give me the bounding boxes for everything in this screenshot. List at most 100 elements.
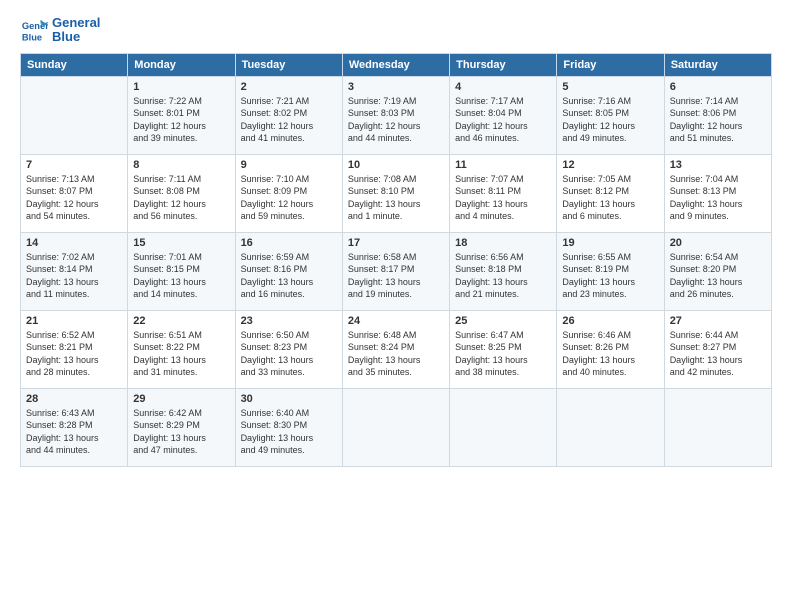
calendar-cell: 5 Sunrise: 7:16 AM Sunset: 8:05 PM Daylig… bbox=[557, 76, 664, 154]
cell-info: Sunrise: 6:43 AM Sunset: 8:28 PM Dayligh… bbox=[26, 407, 122, 457]
cell-info: Sunrise: 6:46 AM Sunset: 8:26 PM Dayligh… bbox=[562, 329, 658, 379]
svg-text:Blue: Blue bbox=[22, 33, 42, 43]
calendar-cell: 10Sunrise: 7:08 AM Sunset: 8:10 PM Dayli… bbox=[342, 154, 449, 232]
cell-info: Sunrise: 7:02 AM Sunset: 8:14 PM Dayligh… bbox=[26, 251, 122, 301]
calendar-cell: 29 Sunrise: 6:42 AM Sunset: 8:29 PM Dayli… bbox=[128, 388, 235, 466]
cell-info: Sunrise: 7:10 AM Sunset: 8:09 PM Dayligh… bbox=[241, 173, 337, 223]
day-number: 26 bbox=[562, 315, 658, 327]
day-number: 24 bbox=[348, 315, 444, 327]
cell-info: Sunrise: 7:07 AM Sunset: 8:11 PM Dayligh… bbox=[455, 173, 551, 223]
calendar-cell bbox=[557, 388, 664, 466]
col-header-sunday: Sunday bbox=[21, 53, 128, 76]
calendar-cell: 20 Sunrise: 6:54 AM Sunset: 8:20 PM Dayli… bbox=[664, 232, 771, 310]
cell-info: Sunrise: 6:47 AM Sunset: 8:25 PM Dayligh… bbox=[455, 329, 551, 379]
day-number: 13 bbox=[670, 159, 766, 171]
cell-info: Sunrise: 7:21 AM Sunset: 8:02 PM Dayligh… bbox=[241, 95, 337, 145]
cell-info: Sunrise: 7:05 AM Sunset: 8:12 PM Dayligh… bbox=[562, 173, 658, 223]
calendar-cell: 9 Sunrise: 7:10 AM Sunset: 8:09 PM Daylig… bbox=[235, 154, 342, 232]
day-number: 4 bbox=[455, 81, 551, 93]
cell-info: Sunrise: 6:51 AM Sunset: 8:22 PM Dayligh… bbox=[133, 329, 229, 379]
calendar-table: SundayMondayTuesdayWednesdayThursdayFrid… bbox=[20, 53, 772, 467]
cell-info: Sunrise: 6:40 AM Sunset: 8:30 PM Dayligh… bbox=[241, 407, 337, 457]
day-number: 11 bbox=[455, 159, 551, 171]
calendar-page: General Blue General Blue SundayMondayTu… bbox=[0, 0, 792, 612]
cell-info: Sunrise: 6:59 AM Sunset: 8:16 PM Dayligh… bbox=[241, 251, 337, 301]
day-number: 7 bbox=[26, 159, 122, 171]
calendar-cell: 1Sunrise: 7:22 AM Sunset: 8:01 PM Daylig… bbox=[128, 76, 235, 154]
calendar-cell: 23 Sunrise: 6:50 AM Sunset: 8:23 PM Dayli… bbox=[235, 310, 342, 388]
calendar-cell bbox=[450, 388, 557, 466]
col-header-thursday: Thursday bbox=[450, 53, 557, 76]
day-number: 25 bbox=[455, 315, 551, 327]
cell-info: Sunrise: 6:44 AM Sunset: 8:27 PM Dayligh… bbox=[670, 329, 766, 379]
col-header-wednesday: Wednesday bbox=[342, 53, 449, 76]
day-number: 20 bbox=[670, 237, 766, 249]
cell-info: Sunrise: 7:11 AM Sunset: 8:08 PM Dayligh… bbox=[133, 173, 229, 223]
logo-icon: General Blue bbox=[20, 16, 48, 44]
calendar-cell: 13 Sunrise: 7:04 AM Sunset: 8:13 PM Dayli… bbox=[664, 154, 771, 232]
day-number: 29 bbox=[133, 393, 229, 405]
calendar-cell: 8Sunrise: 7:11 AM Sunset: 8:08 PM Daylig… bbox=[128, 154, 235, 232]
calendar-cell: 25 Sunrise: 6:47 AM Sunset: 8:25 PM Dayli… bbox=[450, 310, 557, 388]
day-number: 18 bbox=[455, 237, 551, 249]
cell-info: Sunrise: 7:01 AM Sunset: 8:15 PM Dayligh… bbox=[133, 251, 229, 301]
day-number: 21 bbox=[26, 315, 122, 327]
calendar-cell: 28 Sunrise: 6:43 AM Sunset: 8:28 PM Dayli… bbox=[21, 388, 128, 466]
week-row-5: 28 Sunrise: 6:43 AM Sunset: 8:28 PM Dayli… bbox=[21, 388, 772, 466]
cell-info: Sunrise: 6:54 AM Sunset: 8:20 PM Dayligh… bbox=[670, 251, 766, 301]
col-header-friday: Friday bbox=[557, 53, 664, 76]
cell-info: Sunrise: 7:13 AM Sunset: 8:07 PM Dayligh… bbox=[26, 173, 122, 223]
week-row-2: 7 Sunrise: 7:13 AM Sunset: 8:07 PM Daylig… bbox=[21, 154, 772, 232]
day-number: 14 bbox=[26, 237, 122, 249]
calendar-cell: 17Sunrise: 6:58 AM Sunset: 8:17 PM Dayli… bbox=[342, 232, 449, 310]
cell-info: Sunrise: 7:22 AM Sunset: 8:01 PM Dayligh… bbox=[133, 95, 229, 145]
day-number: 5 bbox=[562, 81, 658, 93]
calendar-cell bbox=[342, 388, 449, 466]
week-row-4: 21Sunrise: 6:52 AM Sunset: 8:21 PM Dayli… bbox=[21, 310, 772, 388]
day-number: 22 bbox=[133, 315, 229, 327]
day-number: 9 bbox=[241, 159, 337, 171]
cell-info: Sunrise: 6:56 AM Sunset: 8:18 PM Dayligh… bbox=[455, 251, 551, 301]
day-number: 16 bbox=[241, 237, 337, 249]
week-row-3: 14 Sunrise: 7:02 AM Sunset: 8:14 PM Dayli… bbox=[21, 232, 772, 310]
header-row: SundayMondayTuesdayWednesdayThursdayFrid… bbox=[21, 53, 772, 76]
day-number: 28 bbox=[26, 393, 122, 405]
day-number: 17 bbox=[348, 237, 444, 249]
logo: General Blue General Blue bbox=[20, 16, 100, 45]
calendar-cell: 14 Sunrise: 7:02 AM Sunset: 8:14 PM Dayli… bbox=[21, 232, 128, 310]
cell-info: Sunrise: 6:55 AM Sunset: 8:19 PM Dayligh… bbox=[562, 251, 658, 301]
cell-info: Sunrise: 7:08 AM Sunset: 8:10 PM Dayligh… bbox=[348, 173, 444, 223]
calendar-cell: 24 Sunrise: 6:48 AM Sunset: 8:24 PM Dayli… bbox=[342, 310, 449, 388]
col-header-monday: Monday bbox=[128, 53, 235, 76]
day-number: 3 bbox=[348, 81, 444, 93]
day-number: 30 bbox=[241, 393, 337, 405]
day-number: 15 bbox=[133, 237, 229, 249]
calendar-cell: 15 Sunrise: 7:01 AM Sunset: 8:15 PM Dayli… bbox=[128, 232, 235, 310]
calendar-cell: 22 Sunrise: 6:51 AM Sunset: 8:22 PM Dayli… bbox=[128, 310, 235, 388]
cell-info: Sunrise: 6:42 AM Sunset: 8:29 PM Dayligh… bbox=[133, 407, 229, 457]
calendar-cell: 7 Sunrise: 7:13 AM Sunset: 8:07 PM Daylig… bbox=[21, 154, 128, 232]
day-number: 23 bbox=[241, 315, 337, 327]
cell-info: Sunrise: 6:50 AM Sunset: 8:23 PM Dayligh… bbox=[241, 329, 337, 379]
calendar-cell: 27 Sunrise: 6:44 AM Sunset: 8:27 PM Dayli… bbox=[664, 310, 771, 388]
header: General Blue General Blue bbox=[20, 16, 772, 45]
calendar-cell: 11 Sunrise: 7:07 AM Sunset: 8:11 PM Dayli… bbox=[450, 154, 557, 232]
calendar-cell: 4Sunrise: 7:17 AM Sunset: 8:04 PM Daylig… bbox=[450, 76, 557, 154]
col-header-saturday: Saturday bbox=[664, 53, 771, 76]
day-number: 19 bbox=[562, 237, 658, 249]
cell-info: Sunrise: 7:16 AM Sunset: 8:05 PM Dayligh… bbox=[562, 95, 658, 145]
day-number: 6 bbox=[670, 81, 766, 93]
calendar-cell: 30 Sunrise: 6:40 AM Sunset: 8:30 PM Dayli… bbox=[235, 388, 342, 466]
calendar-cell: 18 Sunrise: 6:56 AM Sunset: 8:18 PM Dayli… bbox=[450, 232, 557, 310]
logo-blue: Blue bbox=[52, 30, 80, 44]
calendar-cell: 19 Sunrise: 6:55 AM Sunset: 8:19 PM Dayli… bbox=[557, 232, 664, 310]
calendar-cell: 6 Sunrise: 7:14 AM Sunset: 8:06 PM Daylig… bbox=[664, 76, 771, 154]
day-number: 12 bbox=[562, 159, 658, 171]
day-number: 2 bbox=[241, 81, 337, 93]
calendar-cell bbox=[664, 388, 771, 466]
cell-info: Sunrise: 6:48 AM Sunset: 8:24 PM Dayligh… bbox=[348, 329, 444, 379]
cell-info: Sunrise: 7:14 AM Sunset: 8:06 PM Dayligh… bbox=[670, 95, 766, 145]
cell-info: Sunrise: 7:04 AM Sunset: 8:13 PM Dayligh… bbox=[670, 173, 766, 223]
day-number: 27 bbox=[670, 315, 766, 327]
cell-info: Sunrise: 7:19 AM Sunset: 8:03 PM Dayligh… bbox=[348, 95, 444, 145]
